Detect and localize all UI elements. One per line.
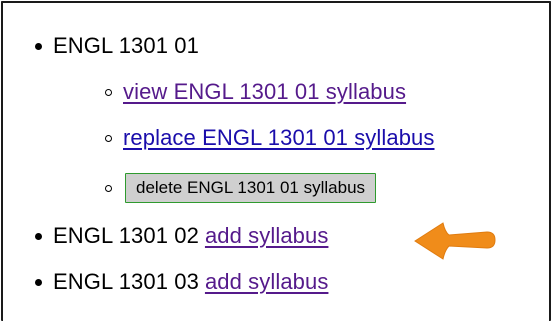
bullet-circle-icon [105,88,112,96]
bullet-circle-icon [105,134,112,142]
orange-arrow-icon [414,222,496,260]
course-label: ENGL 1301 02 [53,223,199,248]
page-frame: ENGL 1301 01 view ENGL 1301 01 syllabus … [1,1,551,321]
course-item-engl-1301-03: ENGL 1301 03 add syllabus [35,269,328,295]
subitem-replace-syllabus: replace ENGL 1301 01 syllabus [105,125,435,151]
course-label: ENGL 1301 01 [53,33,199,58]
course-item-engl-1301-01: ENGL 1301 01 [35,33,199,59]
subitem-view-syllabus: view ENGL 1301 01 syllabus [105,79,406,105]
arrow-shape [414,222,496,260]
subitem-delete-syllabus: delete ENGL 1301 01 syllabus [105,173,377,203]
course-label: ENGL 1301 03 [53,269,199,294]
delete-syllabus-button[interactable]: delete ENGL 1301 01 syllabus [125,173,377,203]
replace-syllabus-link[interactable]: replace ENGL 1301 01 syllabus [123,125,435,151]
add-syllabus-link[interactable]: add syllabus [205,223,329,249]
bullet-disc-icon [35,278,42,286]
add-syllabus-link[interactable]: add syllabus [205,269,329,295]
bullet-disc-icon [35,232,42,240]
course-item-engl-1301-02: ENGL 1301 02 add syllabus [35,223,328,249]
bullet-circle-icon [105,184,112,192]
bullet-disc-icon [35,42,42,50]
view-syllabus-link[interactable]: view ENGL 1301 01 syllabus [123,79,406,105]
